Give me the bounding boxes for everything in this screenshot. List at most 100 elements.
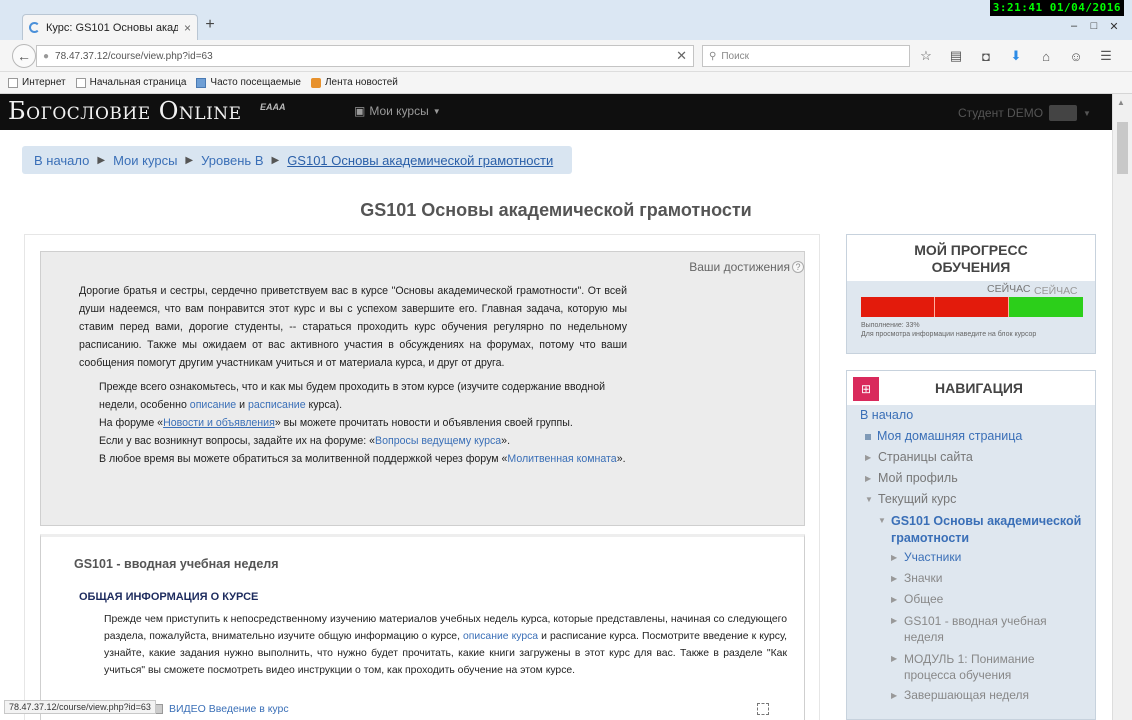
progress-segment[interactable] (1009, 297, 1083, 317)
progress-info: Выполнение: 33% Для просмотра информации… (861, 322, 1037, 338)
search-bar[interactable]: ⚲ Поиск (702, 45, 910, 67)
instruction-line: В любое время вы можете обратиться за мо… (99, 453, 626, 465)
breadcrumb-home[interactable]: В начало (34, 153, 89, 168)
reading-list-icon[interactable]: ▤ (946, 46, 966, 66)
nav-item-home[interactable]: В начало (860, 408, 913, 422)
progress-segment[interactable] (861, 297, 935, 317)
bookmark-news-feed[interactable]: Лента новостей (310, 77, 398, 88)
section-title: GS101 - вводная учебная неделя (74, 557, 279, 571)
breadcrumb-separator-icon: ▶ (97, 154, 106, 166)
new-tab-button[interactable]: + (203, 16, 217, 34)
close-window-icon[interactable]: ✕ (1104, 17, 1124, 35)
back-arrow-icon: ← (17, 48, 31, 64)
breadcrumb-separator-icon: ▶ (271, 154, 280, 166)
url-text: 78.47.37.12/course/view.php?id=63 (55, 50, 213, 62)
address-bar[interactable]: ● 78.47.37.12/course/view.php?id=63 ✕ (36, 45, 694, 67)
page-scrollbar[interactable]: ▲ (1112, 94, 1132, 720)
stop-loading-icon[interactable]: ✕ (676, 48, 687, 64)
site-logo[interactable]: Богословие Online (8, 97, 242, 125)
progress-bar[interactable] (861, 297, 1083, 317)
bookmark-home-page[interactable]: Начальная страница (75, 77, 186, 88)
nav-item-site-pages[interactable]: ▶ Страницы сайта (865, 450, 973, 464)
help-icon[interactable]: ? (792, 261, 804, 273)
my-courses-menu[interactable]: ▣ Мои курсы ▼ (354, 104, 441, 118)
nav-item-participants[interactable]: ▶ Участники (891, 550, 961, 564)
bookmark-most-visited[interactable]: Часто посещаемые (196, 77, 301, 88)
schedule-link[interactable]: расписание (248, 399, 306, 411)
section-paragraph: Прежде чем приступить к непосредственном… (104, 614, 787, 676)
now-marker-label: СЕЙЧАС (1034, 285, 1078, 297)
prayer-room-link[interactable]: Молитвенная комната (507, 453, 616, 465)
menu-icon[interactable]: ☰ (1096, 46, 1116, 66)
instruction-line: Прежде всего ознакомьтесь, что и как мы … (99, 381, 606, 411)
user-name: Студент DEMO (958, 106, 1044, 120)
breadcrumb: В начало ▶ Мои курсы ▶ Уровень B ▶ GS101… (22, 146, 572, 174)
course-description-link[interactable]: описание курса (463, 631, 538, 642)
tab-title: Курс: GS101 Основы акаде... (46, 21, 178, 34)
search-placeholder: Поиск (721, 50, 750, 62)
chat-icon[interactable]: ☺ (1066, 46, 1086, 66)
chevron-right-icon: ▶ (891, 595, 898, 604)
home-icon[interactable]: ⌂ (1036, 46, 1056, 66)
nav-item-final-week[interactable]: ▶ Завершающая неделя (891, 688, 1029, 702)
questions-forum-link[interactable]: Вопросы ведущему курса (375, 435, 501, 447)
navigation-title: НАВИГАЦИЯ (935, 380, 1023, 396)
chevron-down-icon: ▼ (865, 495, 873, 504)
description-link[interactable]: описание (190, 399, 236, 411)
search-icon: ⚲ (709, 50, 717, 62)
chevron-right-icon: ▶ (891, 616, 898, 625)
status-bar: 78.47.37.12/course/view.php?id=63 (4, 700, 156, 714)
back-button[interactable]: ← (12, 44, 36, 68)
user-menu[interactable]: Студент DEMO ▼ (958, 105, 1091, 121)
minimize-icon[interactable]: – (1064, 17, 1084, 35)
nav-item-course[interactable]: ▼ GS101 Основы академической грамотности (878, 513, 1088, 547)
navigation-header: ⊞ НАВИГАЦИЯ (847, 371, 1095, 405)
nav-item-profile[interactable]: ▶ Мой профиль (865, 471, 958, 485)
site-info-icon[interactable]: ● (43, 51, 49, 62)
page-content: В начало ▶ Мои курсы ▶ Уровень B ▶ GS101… (0, 130, 1112, 720)
pocket-icon[interactable]: ◘ (976, 46, 996, 66)
maximize-icon[interactable]: □ (1084, 17, 1104, 35)
site-header: Богословие Online EAAA ▣ Мои курсы ▼ Сту… (0, 94, 1112, 130)
breadcrumb-level[interactable]: Уровень B (201, 153, 263, 168)
scroll-thumb[interactable] (1117, 122, 1128, 174)
progress-segment[interactable] (935, 297, 1009, 317)
loading-spinner-icon (29, 22, 40, 33)
chevron-right-icon: ▶ (891, 654, 898, 663)
course-main-column: Ваши достижения ? Дорогие братья и сестр… (24, 234, 820, 720)
download-icon[interactable]: ⬇ (1006, 46, 1026, 66)
breadcrumb-separator-icon: ▶ (185, 154, 194, 166)
eaaa-logo-icon: EAAA (260, 102, 286, 112)
welcome-paragraph: Дорогие братья и сестры, сердечно привет… (79, 285, 627, 369)
nav-item-intro-week[interactable]: ▶ GS101 - вводная учебная неделя (891, 613, 1081, 645)
achievements-link[interactable]: Ваши достижения ? (689, 260, 804, 274)
section-subtitle: ОБЩАЯ ИНФОРМАЦИЯ О КУРСЕ (79, 591, 259, 603)
page-icon (75, 77, 86, 88)
scroll-up-icon[interactable]: ▲ (1117, 98, 1125, 107)
browser-titlebar: Курс: GS101 Основы акаде... × + 3:21:41 … (0, 0, 1132, 40)
completion-checkbox[interactable] (757, 703, 769, 715)
chevron-right-icon: ▶ (865, 474, 872, 483)
intro-instructions: Прежде всего ознакомьтесь, что и как мы … (99, 378, 629, 468)
bookmark-internet[interactable]: Интернет (8, 77, 66, 88)
news-forum-link[interactable]: Новости и объявления (163, 417, 275, 429)
chevron-right-icon: ▶ (865, 453, 872, 462)
bookmark-star-icon[interactable]: ☆ (916, 46, 936, 66)
caret-down-icon: ▼ (432, 106, 441, 116)
breadcrumb-my-courses[interactable]: Мои курсы (113, 153, 177, 168)
chevron-down-icon: ▼ (878, 516, 886, 525)
nav-item-module1[interactable]: ▶ МОДУЛЬ 1: Понимание процесса обучения (891, 651, 1081, 683)
nav-item-dashboard[interactable]: Моя домашняя страница (865, 429, 1022, 443)
most-visited-icon (196, 77, 207, 88)
folder-icon (8, 77, 18, 88)
nav-item-badges[interactable]: ▶ Значки (891, 571, 943, 585)
browser-tab[interactable]: Курс: GS101 Основы акаде... × (22, 14, 198, 40)
intro-week-section: GS101 - вводная учебная неделя ОБЩАЯ ИНФ… (40, 534, 805, 720)
nav-item-general[interactable]: ▶ Общее (891, 592, 943, 606)
nav-item-current-course[interactable]: ▼ Текущий курс (865, 492, 956, 506)
tab-close-icon[interactable]: × (184, 21, 191, 35)
breadcrumb-course[interactable]: GS101 Основы академической грамотности (287, 153, 553, 168)
caret-down-icon: ▼ (1083, 108, 1091, 118)
navigation-block: ⊞ НАВИГАЦИЯ В начало Моя домашняя страни… (846, 370, 1096, 720)
video-activity[interactable]: ВИДЕО Введение в курс (151, 703, 289, 715)
